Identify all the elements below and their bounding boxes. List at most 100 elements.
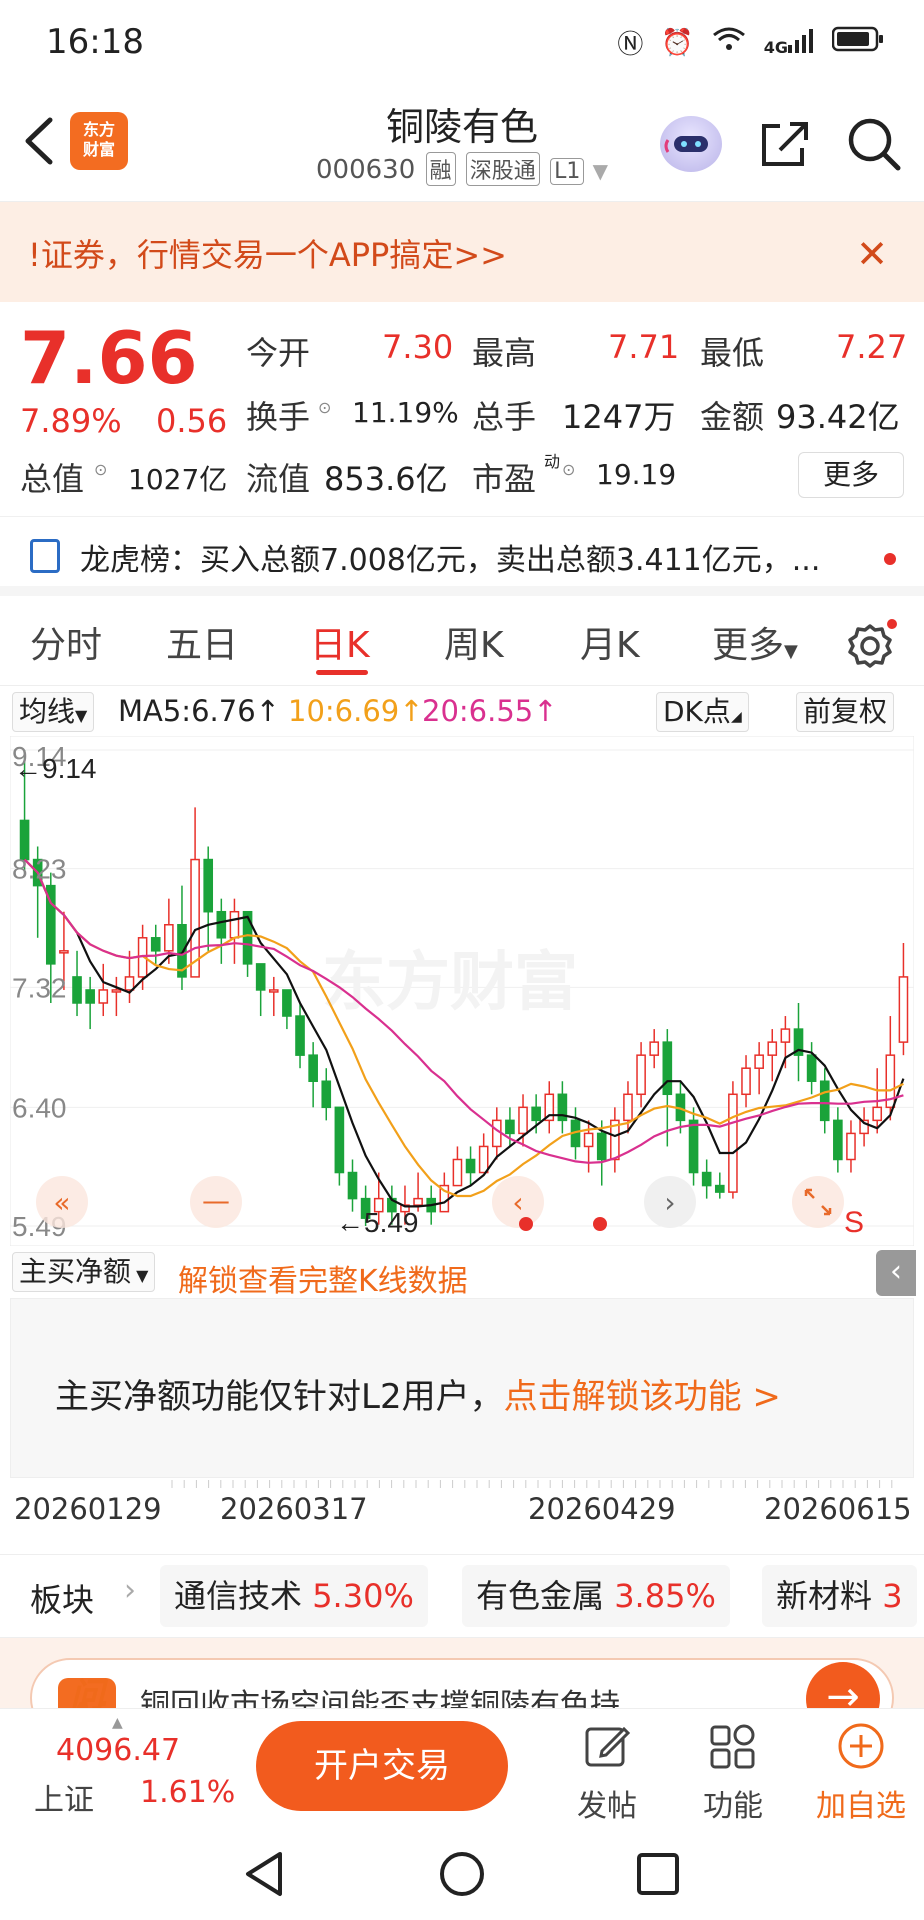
sector-chip[interactable]: 通信技术 5.30%: [160, 1565, 428, 1627]
candle-body: [268, 989, 279, 993]
event-dot[interactable]: [593, 1217, 607, 1231]
settings-icon[interactable]: [846, 618, 898, 670]
sector-label: 板块: [30, 1581, 95, 1619]
share-icon[interactable]: [758, 118, 812, 170]
svg-text:—: —: [202, 1184, 230, 1217]
candle-body: [59, 950, 69, 954]
info-icon[interactable]: ⊙: [94, 460, 107, 479]
close-icon[interactable]: ✕: [856, 232, 888, 276]
nav-recents-icon[interactable]: [636, 1852, 680, 1896]
level-tag[interactable]: L1: [550, 158, 585, 185]
open-account-trade-button[interactable]: 开户交易: [256, 1721, 508, 1811]
functions-button[interactable]: 功能: [688, 1721, 778, 1825]
svg-text:‹: ‹: [512, 1186, 523, 1219]
unlock-link[interactable]: 点击解锁该功能 >: [504, 1377, 781, 1417]
nfc-icon: Ⓝ: [617, 30, 644, 60]
candle-body: [242, 910, 253, 965]
alarm-icon: ⏰: [661, 27, 694, 58]
candle-body: [111, 989, 122, 993]
index-name[interactable]: 上证: [34, 1775, 94, 1819]
index-percent[interactable]: 1.61%: [140, 1775, 235, 1810]
sub-indicator-select[interactable]: 主买净额 ▼: [12, 1252, 156, 1292]
add-watchlist-label: 加自选: [816, 1789, 906, 1824]
candle-body: [321, 1080, 332, 1109]
min-marker: ←5.49: [336, 1207, 419, 1238]
indicator-select[interactable]: 均线▼: [12, 692, 95, 732]
locked-indicator-panel[interactable]: 主买净额功能仅针对L2用户，点击解锁该功能 >: [10, 1298, 914, 1478]
y-tick-label: 6.40: [12, 1092, 67, 1123]
grid-icon: [710, 1724, 755, 1769]
candle-body: [741, 1067, 751, 1096]
promo-text[interactable]: !证券，行情交易一个APP搞定>>: [28, 230, 507, 276]
candle-body: [347, 1171, 358, 1200]
candle-body: [623, 1093, 633, 1122]
search-icon[interactable]: [846, 116, 902, 172]
sector-chip[interactable]: 有色金属 3.85%: [462, 1565, 730, 1627]
index-value[interactable]: 4096.47: [56, 1733, 180, 1768]
ma20-legend: 20:6.55↑: [422, 694, 558, 728]
dk-point-button[interactable]: DK点◢: [656, 692, 749, 732]
connect-tag: 深股通: [465, 152, 540, 186]
candle-body: [98, 989, 109, 1004]
candle-body: [334, 1106, 345, 1174]
candle-body: [531, 1106, 541, 1122]
chevron-right-icon[interactable]: ›: [124, 1573, 136, 1608]
candle-body: [124, 976, 135, 991]
tab-five-day[interactable]: 五日: [166, 616, 238, 668]
open-value: 7.30: [382, 328, 454, 366]
sector-chip[interactable]: 新材料 3: [762, 1565, 917, 1627]
tab-monthly-k[interactable]: 月K: [580, 616, 640, 668]
chart-control-first[interactable]: «: [36, 1176, 88, 1228]
news-ticker[interactable]: 龙虎榜：买入总额7.008亿元，卖出总额3.411亿元，...: [0, 516, 924, 596]
assistant-avatar[interactable]: [660, 116, 722, 172]
adjust-button[interactable]: 前复权: [796, 692, 895, 732]
last-price: 7.66: [20, 316, 198, 400]
ai-question-card[interactable]: 问Ai 铜回收市场空间能否支撑铜陵有色持 →: [0, 1638, 924, 1708]
chart-control-prev[interactable]: ‹: [492, 1176, 544, 1228]
info-icon[interactable]: ⊙: [318, 398, 331, 417]
chart-control-next[interactable]: ›: [644, 1176, 696, 1228]
svg-text:«: «: [53, 1186, 70, 1219]
caret-down-icon[interactable]: ▼: [593, 159, 608, 183]
watermark: 东方财富: [322, 946, 578, 1018]
open-label: 今开: [246, 334, 311, 372]
candle-body: [465, 1158, 476, 1174]
more-button[interactable]: 更多: [798, 452, 904, 498]
info-icon[interactable]: ⊙: [562, 460, 575, 479]
date-axis: 20260129 20260317 20260429 20260615: [0, 1478, 924, 1554]
promo-banner[interactable]: !证券，行情交易一个APP搞定>> ✕: [0, 202, 924, 302]
chart-control-zoom-out[interactable]: —: [190, 1176, 242, 1228]
nav-back-icon[interactable]: [242, 1850, 286, 1898]
locked-text: 主买净额功能仅针对L2用户，: [55, 1377, 504, 1417]
candle-body: [819, 1080, 830, 1122]
ai-question[interactable]: 铜回收市场空间能否支撑铜陵有色持: [140, 1680, 620, 1708]
event-dot[interactable]: [519, 1217, 533, 1231]
candle-body: [649, 1041, 660, 1056]
post-button[interactable]: 发帖: [562, 1721, 652, 1825]
turnover-value: 11.19%: [352, 396, 459, 429]
sub-indicator-bar: 主买净额 ▼ 解锁查看完整K线数据 ‹: [0, 1246, 924, 1300]
unlock-tip[interactable]: 解锁查看完整K线数据: [178, 1256, 468, 1300]
tab-weekly-k[interactable]: 周K: [444, 616, 504, 668]
period-tabs: 分时 五日 日K 周K 月K 更多▼: [0, 600, 924, 686]
news-text[interactable]: 龙虎榜：买入总额7.008亿元，卖出总额3.411亿元，...: [80, 535, 820, 579]
expand-icon[interactable]: [792, 1176, 844, 1228]
margin-tag: 融: [425, 152, 456, 186]
candle-body: [255, 963, 266, 991]
kline-chart[interactable]: 东方财富 9.148.237.326.405.49 ←9.14 ←5.49 S …: [10, 736, 914, 1246]
volume-value: 1247万: [562, 398, 676, 436]
tab-intraday[interactable]: 分时: [30, 616, 102, 668]
add-watchlist-button[interactable]: 加自选: [816, 1721, 906, 1825]
edit-icon: [585, 1726, 631, 1767]
tab-more[interactable]: 更多▼: [712, 616, 798, 668]
nav-home-icon[interactable]: [438, 1850, 486, 1898]
low-value: 7.27: [836, 328, 908, 366]
mktcap-value: 1027亿: [128, 463, 228, 496]
amount-label: 金额: [700, 398, 765, 436]
collapse-icon[interactable]: ‹: [876, 1250, 916, 1296]
candle-body: [583, 1132, 594, 1148]
candle-body: [216, 910, 227, 939]
low-label: 最低: [700, 334, 765, 372]
candle-body: [688, 1119, 699, 1174]
tab-daily-k[interactable]: 日K: [310, 616, 370, 668]
